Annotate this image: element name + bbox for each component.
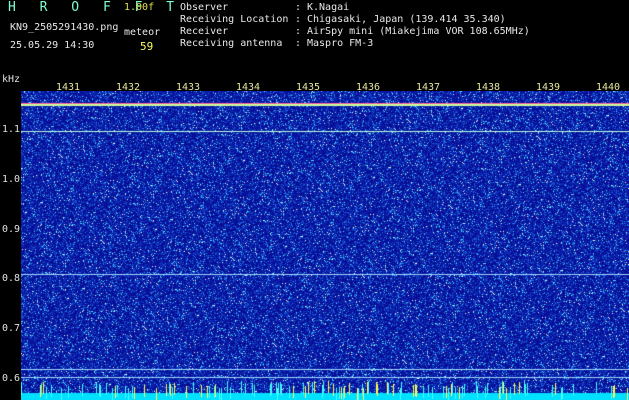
filename-label: KN9_2505291430.png: [10, 22, 119, 33]
meteor-count: 59: [140, 40, 154, 53]
meteor-label: meteor: [124, 27, 161, 38]
frequency-tick-label: 0.7: [1, 323, 20, 334]
info-key: Observer: [180, 2, 229, 13]
info-value: K.Nagai: [307, 2, 350, 13]
frequency-tick-label: 0.8: [1, 273, 20, 284]
spectrogram: [21, 91, 629, 400]
info-value: Maspro FM-3: [307, 38, 374, 49]
frequency-tick-label: 1.0: [1, 174, 20, 185]
info-value: AirSpy mini (Miakejima VOR 108.65MHz): [307, 26, 530, 37]
frequency-tick-label: 0.9: [1, 224, 20, 235]
info-row-receiver: Receiver: AirSpy mini (Miakejima VOR 108.…: [180, 26, 530, 37]
info-key: Receiving antenna: [180, 38, 283, 49]
info-row-antenna: Receiving antenna: Maspro FM-3: [180, 38, 374, 49]
version-label: 1.00f: [124, 2, 155, 13]
info-row-location: Receiving Location: Chigasaki, Japan (139…: [180, 14, 506, 25]
frequency-tick-label: 1.1: [1, 124, 20, 135]
datetime-label: 25.05.29 14:30: [10, 40, 95, 51]
info-value: Chigasaki, Japan (139.414 35.340): [307, 14, 506, 25]
frequency-tick-label: 0.6: [1, 373, 20, 384]
info-key: Receiver: [180, 26, 229, 37]
app-logo: H R O F F T: [8, 0, 183, 15]
info-row-observer: Observer: K.Nagai: [180, 2, 350, 13]
info-key: Receiving Location: [180, 14, 289, 25]
header: H R O F F T 1.00f KN9_2505291430.png met…: [0, 0, 629, 85]
